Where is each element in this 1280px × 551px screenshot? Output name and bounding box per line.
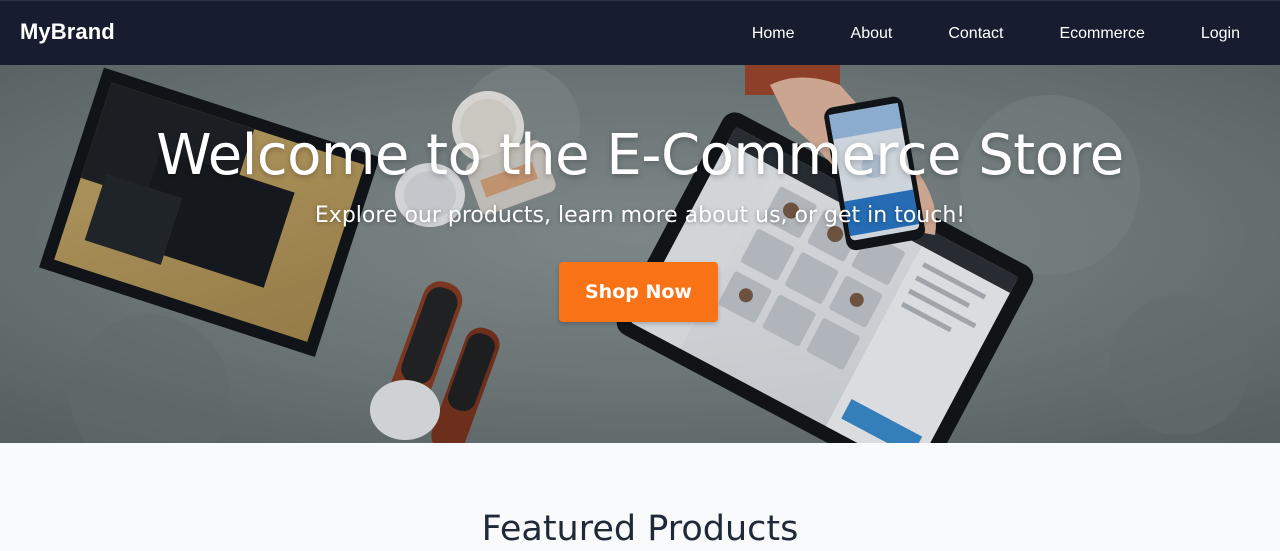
nav-link-ecommerce[interactable]: Ecommerce <box>1059 25 1144 42</box>
nav-item-contact: Contact <box>948 25 1003 43</box>
nav-item-home: Home <box>752 25 795 43</box>
nav-link-about[interactable]: About <box>851 25 893 42</box>
nav-link-home[interactable]: Home <box>752 25 795 42</box>
featured-products-section: Featured Products <box>0 443 1280 551</box>
nav-item-about: About <box>851 25 893 43</box>
hero-overlay <box>0 65 1280 443</box>
hero-subtitle: Explore our products, learn more about u… <box>314 203 966 228</box>
nav-item-ecommerce: Ecommerce <box>1059 25 1144 43</box>
nav-link-contact[interactable]: Contact <box>948 25 1003 42</box>
nav-link-login[interactable]: Login <box>1201 25 1240 42</box>
shop-now-button[interactable]: Shop Now <box>559 262 718 322</box>
brand-logo[interactable]: MyBrand <box>20 19 115 45</box>
featured-products-heading: Featured Products <box>481 509 799 549</box>
hero-title: Welcome to the E-Commerce Store <box>156 123 1124 188</box>
top-navbar: MyBrand Home About Contact Ecommerce Log… <box>0 0 1280 65</box>
nav-links: Home About Contact Ecommerce Login <box>696 1 1240 66</box>
hero-section: Welcome to the E-Commerce Store Explore … <box>0 65 1280 443</box>
nav-item-login: Login <box>1201 25 1240 43</box>
